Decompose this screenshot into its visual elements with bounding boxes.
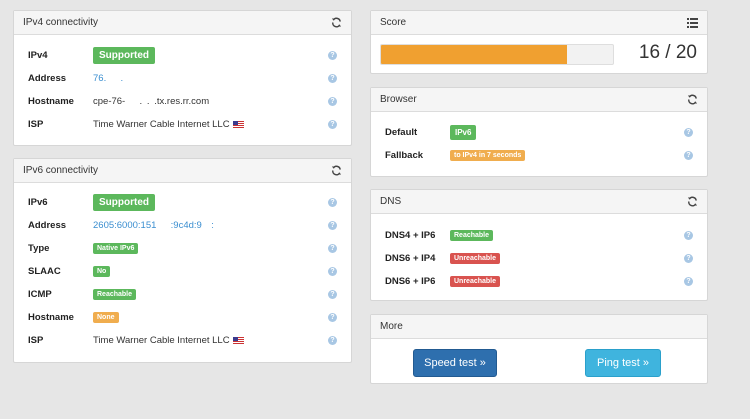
default-badge: IPv6 [450,125,477,140]
icmp-badge: Reachable [93,289,137,300]
dns-panel: DNS DNS4 + IP6 Reachable ? DNS6 + IP4 Un… [370,189,708,301]
dns6-ip4-label: DNS6 + IP4 [385,253,436,264]
ipv6-status-badge: Supported [93,194,155,211]
dns4-ip6-label: DNS4 + IP6 [385,230,436,241]
dns6-ip4-badge: Unreachable [450,253,501,264]
help-icon[interactable]: ? [328,336,337,345]
ipv4-label: IPv4 [28,50,48,61]
help-icon[interactable]: ? [328,313,337,322]
ipv4-row: IPv4 Supported ? [28,44,337,67]
isp-label: ISP [28,335,44,346]
dns-panel-title: DNS [380,196,402,207]
address-row: Address 2605:6000:151 :9c4d:9 : ? [28,214,337,237]
help-icon[interactable]: ? [684,277,693,286]
help-icon[interactable]: ? [684,128,693,137]
hostname-badge: None [93,312,119,323]
dns6-ip6-label: DNS6 + IP6 [385,276,436,287]
score-panel: Score 16 / 20 [370,10,708,74]
score-panel-header: Score [371,11,707,35]
us-flag-icon [232,336,244,344]
address-row: Address 76. . ? [28,67,337,90]
slaac-badge: No [93,266,111,277]
icmp-row: ICMP Reachable ? [28,283,337,306]
default-label: Default [385,127,418,138]
address-label: Address [28,220,67,231]
help-icon[interactable]: ? [328,221,337,230]
browser-panel-header: Browser [371,88,707,112]
ipv4-panel-header: IPv4 connectivity [14,11,351,35]
ipv6-label: IPv6 [28,197,48,208]
speed-test-button[interactable]: Speed test » [413,349,497,377]
default-row: Default IPv6 ? [385,121,693,144]
help-icon[interactable]: ? [328,267,337,276]
browser-panel-title: Browser [380,94,417,105]
help-icon[interactable]: ? [328,120,337,129]
dns-panel-header: DNS [371,190,707,214]
refresh-icon[interactable] [331,165,342,176]
ipv6-row: IPv6 Supported ? [28,191,337,214]
hostname-label: Hostname [28,96,74,107]
help-icon[interactable]: ? [684,231,693,240]
more-panel: More Speed test » Ping test » [370,314,708,384]
hostname-row: Hostname None ? [28,306,337,329]
help-icon[interactable]: ? [328,198,337,207]
help-icon[interactable]: ? [684,151,693,160]
dns4-ip6-badge: Reachable [450,230,494,241]
help-icon[interactable]: ? [328,244,337,253]
ipv6-panel: IPv6 connectivity IPv6 Supported ? Addre… [13,158,352,363]
help-icon[interactable]: ? [684,254,693,263]
fallback-label: Fallback [385,150,424,161]
address-label: Address [28,73,67,84]
icmp-label: ICMP [28,289,52,300]
score-panel-title: Score [380,17,407,28]
ipv6-panel-header: IPv6 connectivity [14,159,351,183]
help-icon[interactable]: ? [328,97,337,106]
help-icon[interactable]: ? [328,290,337,299]
address-value[interactable]: 76. . [93,73,133,84]
help-icon[interactable]: ? [328,51,337,60]
more-panel-title: More [380,321,403,332]
fallback-row: Fallback to IPv4 in 7 seconds ? [385,144,693,167]
dns6-ip6-row: DNS6 + IP6 Unreachable ? [385,270,693,293]
refresh-icon[interactable] [687,94,698,105]
browser-panel: Browser Default IPv6 ? Fallback to IPv4 … [370,87,708,177]
hostname-row: Hostname cpe-76- . . .tx.res.rr.com ? [28,90,337,113]
isp-name: Time Warner Cable Internet LLC [93,335,230,346]
dns6-ip6-badge: Unreachable [450,276,501,287]
fallback-badge: to IPv4 in 7 seconds [450,150,526,161]
address-value[interactable]: 2605:6000:151 :9c4d:9 : [93,220,228,231]
dns4-ip6-row: DNS4 + IP6 Reachable ? [385,224,693,247]
ipv6-panel-title: IPv6 connectivity [23,165,99,176]
ipv4-panel-title: IPv4 connectivity [23,17,99,28]
dns6-ip4-row: DNS6 + IP4 Unreachable ? [385,247,693,270]
type-badge: Native IPv6 [93,243,139,254]
hostname-label: Hostname [28,312,74,323]
score-progress-bar [380,44,614,65]
ipv4-status-badge: Supported [93,47,155,64]
ping-test-button[interactable]: Ping test » [585,349,661,377]
isp-row: ISP Time Warner Cable Internet LLC ? [28,113,337,136]
refresh-icon[interactable] [687,196,698,207]
isp-row: ISP Time Warner Cable Internet LLC ? [28,329,337,352]
hostname-value: cpe-76- . . .tx.res.rr.com [93,96,210,107]
isp-name: Time Warner Cable Internet LLC [93,119,230,130]
more-panel-header: More [371,315,707,339]
score-progress-fill [381,45,567,64]
isp-value: Time Warner Cable Internet LLC [93,119,244,130]
isp-value: Time Warner Cable Internet LLC [93,335,244,346]
slaac-label: SLAAC [28,266,61,277]
list-icon[interactable] [687,17,698,28]
type-label: Type [28,243,50,254]
type-row: Type Native IPv6 ? [28,237,337,260]
us-flag-icon [232,120,244,128]
isp-label: ISP [28,119,44,130]
slaac-row: SLAAC No ? [28,260,337,283]
ipv4-panel: IPv4 connectivity IPv4 Supported ? Addre… [13,10,352,146]
refresh-icon[interactable] [331,17,342,28]
score-value: 16 / 20 [638,42,697,63]
help-icon[interactable]: ? [328,74,337,83]
